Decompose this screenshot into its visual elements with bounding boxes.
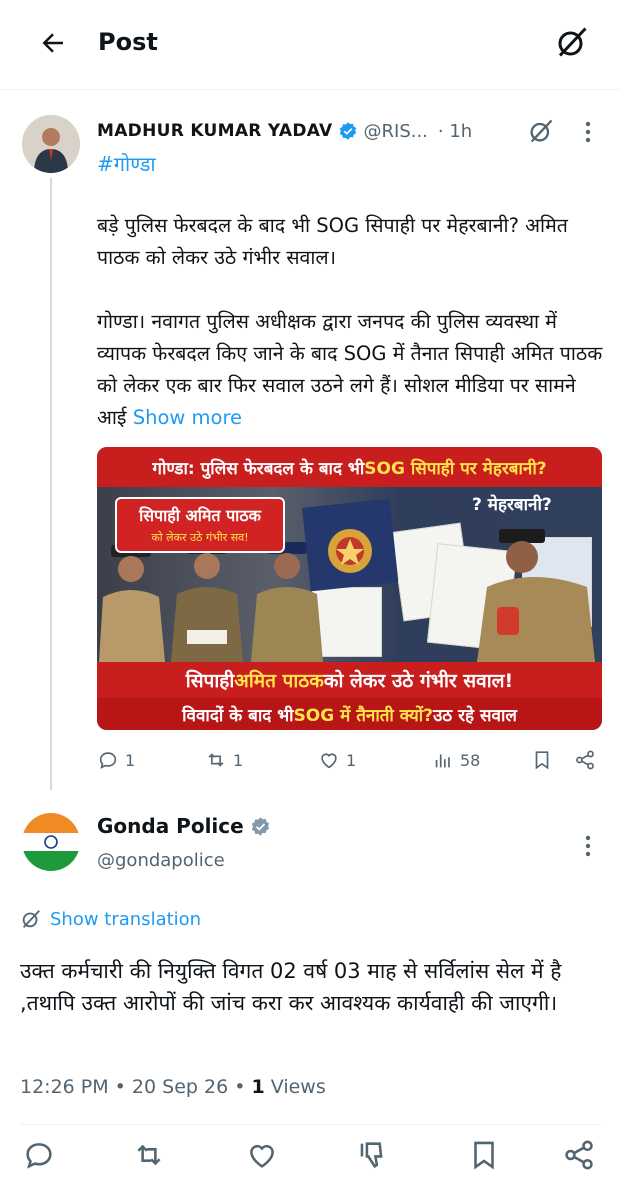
flag-avatar — [22, 813, 80, 871]
media-caption: को लेकर उठे गंभीर सवाल! — [323, 670, 514, 692]
post-text-paragraph: बड़े पुलिस फेरबदल के बाद भी SOG सिपाही प… — [97, 214, 568, 269]
divider — [20, 1124, 601, 1125]
media-caption-highlight: अमित पाठक — [234, 670, 324, 692]
top-bar: Post — [0, 0, 621, 90]
police-emblem-icon — [302, 498, 398, 591]
avatar[interactable] — [22, 813, 80, 871]
thread-line — [50, 178, 52, 790]
downvote-icon[interactable] — [357, 1138, 391, 1172]
media-caption: सिपाही — [185, 670, 235, 692]
bookmark-icon — [535, 751, 549, 770]
media-headline: गोण्डा: पुलिस फेरबदल के बाद भी — [152, 458, 365, 479]
avatar-photo — [22, 115, 80, 173]
grok-icon[interactable] — [527, 117, 555, 145]
grok-icon — [22, 910, 40, 928]
author-handle[interactable]: @RIS... — [364, 121, 428, 142]
hashtag-link[interactable]: #गोण्डा — [97, 150, 156, 177]
media-caption-highlight: SOG में तैनाती क्यों? — [293, 705, 433, 726]
reply-icon[interactable] — [22, 1138, 56, 1172]
media-headline-highlight: SOG सिपाही पर मेहरबानी? — [364, 458, 547, 479]
share-button[interactable] — [574, 745, 596, 775]
repost-icon[interactable] — [132, 1138, 166, 1172]
media-caption: उठ रहे सवाल — [432, 705, 517, 726]
back-button[interactable] — [36, 26, 70, 60]
views-label: Views — [264, 1076, 326, 1098]
post-media-image[interactable]: गोण्डा: पुलिस फेरबदल के बाद भी SOG सिपाह… — [97, 447, 602, 730]
like-button[interactable]: 1 — [318, 745, 356, 775]
post-text-paragraph: गोण्डा। नवागत पुलिस अधीक्षक द्वारा जनपद … — [97, 306, 607, 434]
verified-badge-icon — [339, 122, 356, 140]
repost-button[interactable]: 1 — [205, 745, 243, 775]
like-count: 1 — [346, 750, 357, 770]
repost-count: 1 — [233, 750, 244, 770]
repost-icon — [208, 753, 224, 767]
post-time[interactable]: · 1h — [438, 121, 472, 142]
share-icon — [576, 750, 594, 770]
media-tag-subtitle: को लेकर उठे गंभीर सव! — [151, 531, 249, 544]
heart-icon — [321, 753, 337, 769]
media-scene: सिपाही अमित पाठक को लेकर उठे गंभीर सव! ?… — [97, 487, 602, 662]
share-icon[interactable] — [562, 1138, 596, 1172]
show-translation-label: Show translation — [50, 908, 202, 930]
reply-icon — [99, 752, 117, 769]
views-button[interactable]: 58 — [432, 745, 480, 775]
reply-handle[interactable]: @gondapolice — [97, 850, 225, 871]
verified-badge-icon — [251, 816, 269, 836]
arrow-left-icon — [42, 33, 63, 53]
more-options-icon[interactable] — [578, 832, 598, 860]
avatar[interactable] — [22, 115, 80, 173]
media-mid-banner: सिपाही अमित पाठक को लेकर उठे गंभीर सवाल! — [97, 662, 602, 698]
views-count: 58 — [460, 750, 481, 770]
author-name[interactable]: MADHUR KUMAR YADAV — [97, 121, 333, 141]
show-more-link[interactable]: Show more — [133, 406, 242, 429]
grok-icon[interactable] — [554, 24, 590, 60]
views-count: 1 — [251, 1076, 265, 1098]
reply-author-row: Gonda Police — [97, 814, 271, 838]
reply-count: 1 — [125, 750, 136, 770]
bookmark-icon[interactable] — [467, 1138, 501, 1172]
media-caption: विवादों के बाद भी — [182, 705, 294, 726]
bookmark-button[interactable] — [531, 745, 553, 775]
media-top-banner: गोण्डा: पुलिस फेरबदल के बाद भी SOG सिपाह… — [97, 447, 602, 487]
more-options-icon[interactable] — [578, 118, 598, 146]
reply-button[interactable]: 1 — [97, 745, 135, 775]
post-timestamp[interactable]: 12:26 PM • 20 Sep 26 • — [20, 1076, 251, 1098]
officer-figure — [99, 545, 165, 662]
heart-icon[interactable] — [245, 1138, 279, 1172]
post-meta: 12:26 PM • 20 Sep 26 • 1 Views — [20, 1076, 326, 1098]
media-bottom-banner: विवादों के बाद भी SOG में तैनाती क्यों? … — [97, 698, 602, 730]
media-tag-question: ? मेहरबानी? — [472, 495, 552, 515]
officer-figure — [477, 529, 595, 662]
reply-author-name[interactable]: Gonda Police — [97, 814, 244, 838]
officer-figure — [171, 542, 243, 662]
reply-text: उक्त कर्मचारी की नियुक्ति विगत 02 वर्ष 0… — [20, 959, 562, 1015]
show-translation-button[interactable]: Show translation — [20, 908, 201, 930]
media-tag-title: सिपाही अमित पाठक — [139, 506, 261, 525]
views-icon — [435, 754, 450, 768]
page-title: Post — [98, 28, 158, 56]
media-tag: सिपाही अमित पाठक को लेकर उठे गंभीर सव! — [115, 497, 285, 553]
